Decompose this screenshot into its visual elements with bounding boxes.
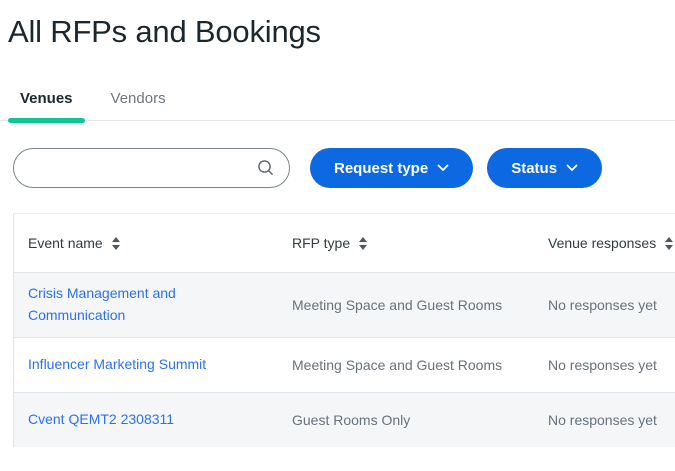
column-header-event-name[interactable]: Event name: [14, 235, 278, 251]
request-type-filter-button[interactable]: Request type: [310, 148, 474, 188]
chevron-down-icon: [566, 164, 578, 172]
rfp-type-cell: Meeting Space and Guest Rooms: [292, 357, 503, 373]
sort-icon[interactable]: [359, 236, 368, 250]
sort-icon[interactable]: [111, 236, 120, 250]
page-title: All RFPs and Bookings: [8, 14, 321, 49]
sort-icon[interactable]: [665, 236, 674, 250]
table-row: Cvent QEMT2 2308311 Guest Rooms Only No …: [14, 392, 675, 447]
all-rfps-bookings-page: All RFPs and Bookings Venues Vendors Req…: [0, 14, 675, 447]
tab-venues[interactable]: Venues: [8, 90, 85, 123]
tab-vendors-label: Vendors: [110, 90, 166, 107]
status-filter-label: Status: [511, 159, 558, 177]
rfp-table: Event name RFP type Venue responses Cris…: [13, 213, 675, 447]
column-header-label: Event name: [28, 235, 103, 251]
tab-vendors[interactable]: Vendors: [99, 90, 178, 120]
column-header-venue-responses[interactable]: Venue responses: [534, 235, 675, 251]
table-row: Influencer Marketing Summit Meeting Spac…: [14, 337, 675, 392]
event-link[interactable]: Crisis Management and Communication: [28, 285, 176, 323]
search-icon: [257, 159, 275, 177]
event-name-cell: Cvent QEMT2 2308311: [14, 409, 278, 431]
table-row: Crisis Management and Communication Meet…: [14, 272, 675, 337]
venue-responses-cell: No responses yet: [548, 412, 657, 428]
event-link[interactable]: Cvent QEMT2 2308311: [28, 411, 174, 427]
status-filter-button[interactable]: Status: [487, 148, 603, 188]
column-header-label: Venue responses: [548, 235, 657, 251]
tab-bar: Venues Vendors: [0, 90, 675, 123]
search-box: [13, 148, 290, 188]
filter-toolbar: Request type Status: [0, 148, 675, 188]
rfp-type-cell: Guest Rooms Only: [292, 412, 411, 428]
column-header-label: RFP type: [292, 235, 351, 251]
rfp-type-cell: Meeting Space and Guest Rooms: [292, 297, 503, 313]
venue-responses-cell: No responses yet: [548, 297, 657, 313]
venue-responses-cell: No responses yet: [548, 357, 657, 373]
event-name-cell: Influencer Marketing Summit: [14, 354, 278, 376]
event-name-cell: Crisis Management and Communication: [14, 283, 278, 326]
chevron-down-icon: [437, 164, 449, 172]
search-input[interactable]: [13, 148, 290, 188]
event-link[interactable]: Influencer Marketing Summit: [28, 356, 206, 372]
request-type-filter-label: Request type: [334, 159, 429, 177]
tab-venues-label: Venues: [20, 90, 73, 107]
column-header-rfp-type[interactable]: RFP type: [278, 235, 534, 251]
table-header-row: Event name RFP type Venue responses: [14, 214, 675, 272]
